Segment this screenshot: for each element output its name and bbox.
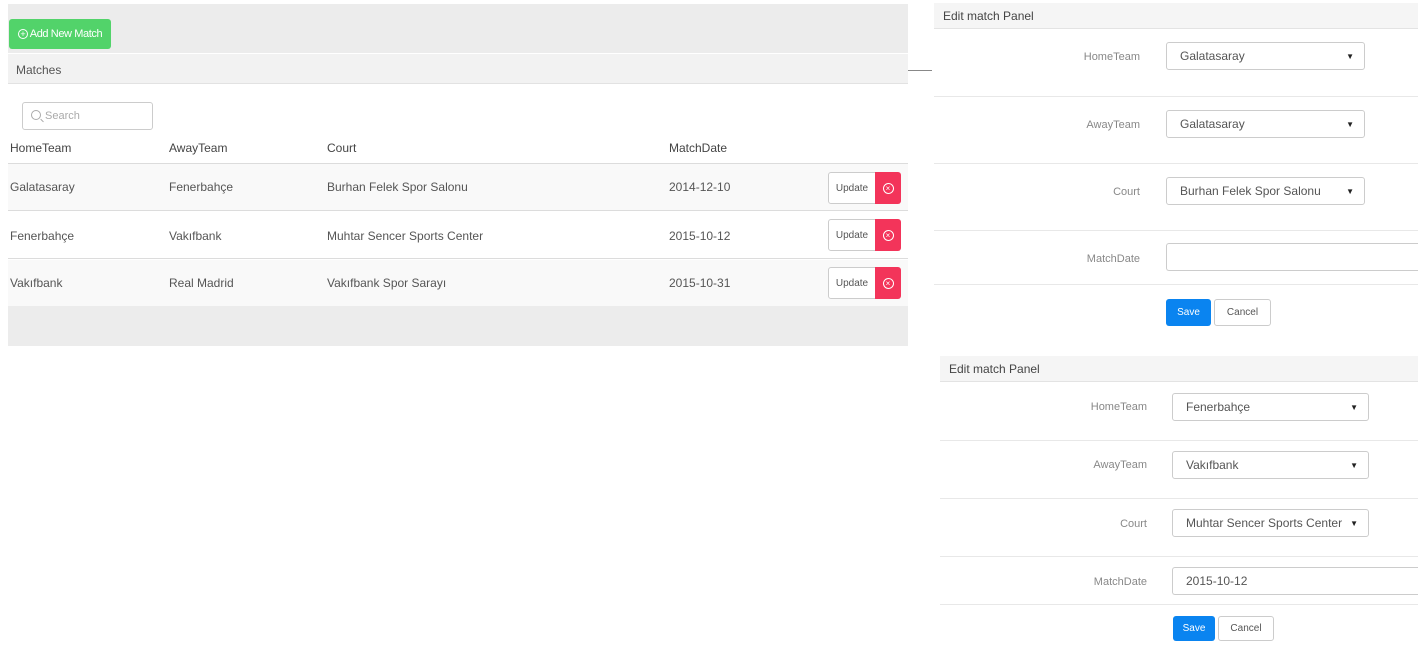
matches-title: Matches [16,63,62,77]
matchdate-input[interactable] [1166,243,1418,271]
field-divider [934,230,1418,231]
field-divider [940,604,1418,605]
edit-panel-title: Edit match Panel [940,356,1418,382]
awayteam-select[interactable]: Galatasaray ▼ [1166,110,1365,138]
caret-down-icon: ▼ [1350,519,1358,528]
field-divider [940,440,1418,441]
cell-hometeam: Vakıfbank [10,276,63,290]
hometeam-select[interactable]: Fenerbahçe ▼ [1172,393,1369,421]
hometeam-select[interactable]: Galatasaray ▼ [1166,42,1365,70]
cancel-button[interactable]: Cancel [1218,616,1274,641]
column-header-court: Court [327,141,357,155]
matchdate-label: MatchDate [1086,253,1140,265]
cell-awayteam: Fenerbahçe [169,180,234,194]
column-header-hometeam: HomeTeam [10,141,72,155]
delete-button[interactable]: × [875,267,901,299]
close-circle-icon: × [882,277,894,289]
field-divider [940,498,1418,499]
cancel-button[interactable]: Cancel [1214,299,1271,326]
court-value: Burhan Felek Spor Salonu [1180,184,1321,198]
awayteam-label: AwayTeam [1086,119,1140,131]
close-circle-icon: × [882,182,894,194]
search-placeholder: Search [45,110,80,122]
caret-down-icon: ▼ [1350,461,1358,470]
save-button[interactable]: Save [1173,616,1215,641]
cell-matchdate: 2014-12-10 [669,180,731,194]
add-new-match-button[interactable]: + Add New Match [9,19,111,49]
table-row [8,260,908,307]
add-new-match-label: Add New Match [29,28,103,40]
column-header-matchdate: MatchDate [669,141,728,155]
court-select[interactable]: Burhan Felek Spor Salonu ▼ [1166,177,1365,205]
field-divider [934,96,1418,97]
caret-down-icon: ▼ [1346,52,1354,61]
delete-button[interactable]: × [875,172,901,204]
hometeam-label: HomeTeam [1083,51,1140,63]
court-select[interactable]: Muhtar Sencer Sports Center ▼ [1172,509,1369,537]
delete-button[interactable]: × [875,219,901,251]
search-icon [31,110,41,120]
update-button[interactable]: Update [828,267,876,299]
cell-court: Muhtar Sencer Sports Center [327,229,484,243]
column-header-awayteam: AwayTeam [169,141,228,155]
awayteam-value: Galatasaray [1180,117,1245,131]
matchdate-label: MatchDate [1093,576,1147,588]
cell-matchdate: 2015-10-31 [669,276,731,290]
cell-awayteam: Vakıfbank [169,229,222,243]
caret-down-icon: ▼ [1346,120,1354,129]
divider [908,70,932,71]
search-input[interactable]: Search [22,102,153,130]
cell-awayteam: Real Madrid [169,276,234,290]
cell-hometeam: Fenerbahçe [10,229,75,243]
update-button[interactable]: Update [828,219,876,251]
matches-header: Matches [8,54,908,84]
edit-panel-title: Edit match Panel [934,3,1418,29]
awayteam-select[interactable]: Vakıfbank ▼ [1172,451,1369,479]
field-divider [934,284,1418,285]
court-label: Court [1120,518,1147,530]
caret-down-icon: ▼ [1346,187,1354,196]
field-divider [934,163,1418,164]
field-divider [940,556,1418,557]
cell-court: Burhan Felek Spor Salonu [327,180,468,194]
close-circle-icon: × [882,229,894,241]
hometeam-value: Galatasaray [1180,49,1245,63]
cell-matchdate: 2015-10-12 [669,229,731,243]
plus-circle-icon: + [17,29,28,39]
update-button[interactable]: Update [828,172,876,204]
cell-hometeam: Galatasaray [10,180,75,194]
table-footer [8,306,908,346]
matchdate-input[interactable]: 2015-10-12 [1172,567,1418,595]
hometeam-label: HomeTeam [1090,401,1147,413]
toolbar-band [8,4,908,53]
court-value: Muhtar Sencer Sports Center [1186,516,1343,530]
awayteam-label: AwayTeam [1093,459,1147,471]
hometeam-value: Fenerbahçe [1186,400,1251,414]
save-button[interactable]: Save [1166,299,1211,326]
caret-down-icon: ▼ [1350,403,1358,412]
cell-court: Vakıfbank Spor Sarayı [327,276,447,290]
awayteam-value: Vakıfbank [1186,458,1239,472]
court-label: Court [1113,186,1140,198]
